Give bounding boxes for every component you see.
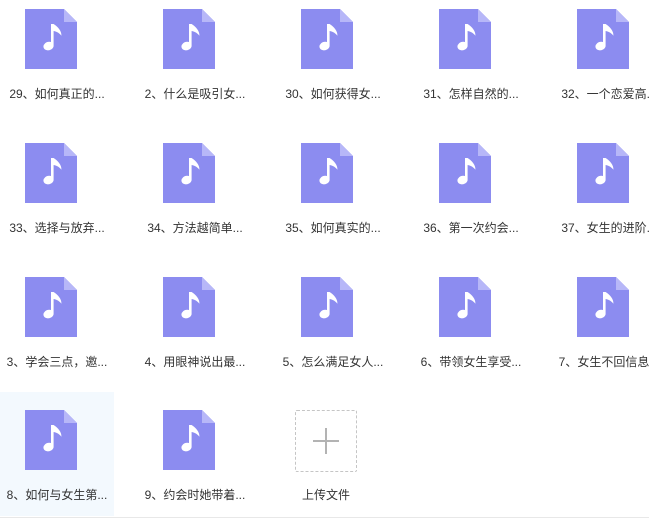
upload-file-label: 上传文件 [301, 488, 350, 502]
file-tile[interactable]: 31、怎样自然的... [414, 0, 528, 124]
file-tile[interactable]: 7、女生不回信息... [552, 268, 649, 392]
music-file-icon [301, 143, 353, 203]
file-name: 8、如何与女生第... [6, 488, 108, 502]
divider [0, 517, 649, 518]
file-tile[interactable]: 4、用眼神说出最... [138, 268, 252, 392]
file-name: 5、怎么满足女人... [282, 355, 384, 369]
music-file-icon [25, 277, 77, 337]
file-name: 2、什么是吸引女... [144, 87, 246, 101]
music-file-icon [25, 410, 77, 470]
file-tile[interactable]: 29、如何真正的... [0, 0, 114, 124]
file-tile[interactable]: 3、学会三点，邀... [0, 268, 114, 392]
music-file-icon [301, 277, 353, 337]
file-name: 32、一个恋爱高... [561, 87, 649, 101]
file-tile[interactable]: 2、什么是吸引女... [138, 0, 252, 124]
file-name: 34、方法越简单... [147, 221, 243, 235]
file-tile[interactable]: 30、如何获得女... [276, 0, 390, 124]
file-name: 6、带领女生享受... [420, 355, 522, 369]
file-name: 3、学会三点，邀... [6, 355, 108, 369]
plus-icon [313, 428, 339, 454]
music-file-icon [163, 277, 215, 337]
music-file-icon [439, 143, 491, 203]
file-name: 9、约会时她带着... [144, 488, 246, 502]
music-file-icon [163, 9, 215, 69]
file-tile[interactable]: 5、怎么满足女人... [276, 268, 390, 392]
music-file-icon [577, 277, 629, 337]
file-name: 33、选择与放弃... [9, 221, 105, 235]
music-file-icon [25, 143, 77, 203]
file-name: 31、怎样自然的... [423, 87, 519, 101]
music-file-icon [439, 277, 491, 337]
file-tile[interactable]: 36、第一次约会... [414, 134, 528, 258]
file-name: 4、用眼神说出最... [144, 355, 246, 369]
music-file-icon [577, 143, 629, 203]
music-file-icon [163, 410, 215, 470]
file-tile[interactable]: 32、一个恋爱高... [552, 0, 649, 124]
file-grid: 29、如何真正的... 2、什么是吸引女... 30、如何获得女... 31、怎… [0, 0, 649, 521]
music-file-icon [163, 143, 215, 203]
file-name: 37、女生的进阶... [561, 221, 649, 235]
file-tile[interactable]: 9、约会时她带着... [138, 392, 252, 516]
music-file-icon [439, 9, 491, 69]
file-name: 35、如何真实的... [285, 221, 381, 235]
file-tile-selected[interactable]: 8、如何与女生第... [0, 392, 114, 516]
file-name: 7、女生不回信息... [558, 355, 649, 369]
file-name: 29、如何真正的... [9, 87, 105, 101]
upload-file-button[interactable] [295, 410, 357, 472]
music-file-icon [301, 9, 353, 69]
file-name: 36、第一次约会... [423, 221, 519, 235]
file-tile[interactable]: 34、方法越简单... [138, 134, 252, 258]
file-tile[interactable]: 33、选择与放弃... [0, 134, 114, 258]
file-tile[interactable]: 6、带领女生享受... [414, 268, 528, 392]
file-tile[interactable]: 37、女生的进阶... [552, 134, 649, 258]
music-file-icon [25, 9, 77, 69]
file-tile[interactable]: 35、如何真实的... [276, 134, 390, 258]
music-file-icon [577, 9, 629, 69]
file-name: 30、如何获得女... [285, 87, 381, 101]
